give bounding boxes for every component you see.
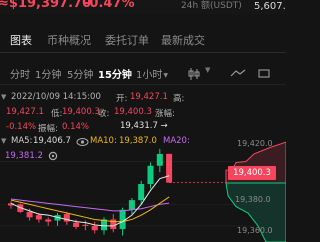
- tab-latest-trades[interactable]: 最新成交: [161, 32, 205, 48]
- ticker-price: ≈$19,397.70: [0, 0, 92, 11]
- interval-time[interactable]: 分时: [10, 66, 30, 81]
- ticker-change: -0.47%: [84, 0, 135, 11]
- ma10-line: [10, 196, 170, 223]
- candle-body: [156, 153, 163, 166]
- volume-value: 5,607.00万: [254, 1, 286, 12]
- ticker-bar: ≈$19,397.70 -0.47% 24h 额(USDT) 5,607.00万: [0, 0, 286, 14]
- candle-body: [35, 215, 42, 220]
- tab-chart[interactable]: 图表: [10, 32, 32, 48]
- candle-body: [45, 219, 52, 222]
- candle-body: [26, 211, 33, 218]
- ma20-line: [10, 198, 170, 212]
- candle-body: [82, 224, 89, 226]
- candle-body: [119, 209, 126, 230]
- candle-body: [73, 222, 80, 227]
- tab-bar: 图表 币种概况 委托订单 最新成交: [0, 24, 286, 53]
- interval-1h[interactable]: 1小时▼: [136, 66, 168, 81]
- candle-body: [138, 184, 145, 201]
- interval-15m[interactable]: 15分钟: [98, 66, 132, 81]
- interval-bar: 分时 1分钟 5分钟 15分钟 1小时▼ ▼: [0, 62, 286, 84]
- indicator-icon[interactable]: [230, 69, 246, 77]
- high-marker: 19,431.7 →: [120, 121, 168, 131]
- candle-body: [147, 165, 154, 185]
- interval-1m[interactable]: 1分钟: [35, 66, 61, 81]
- interval-5m[interactable]: 5分钟: [67, 66, 93, 81]
- tab-coin-overview[interactable]: 币种概况: [47, 32, 91, 48]
- candle-body: [128, 200, 135, 210]
- current-price-tag: 19,400.3: [228, 166, 276, 180]
- y-axis-label-3: 19,360.0: [237, 226, 273, 235]
- candle-type-icon[interactable]: [187, 68, 201, 80]
- candle-body: [91, 225, 98, 231]
- candle-body: [166, 153, 173, 183]
- settings-icon[interactable]: [258, 69, 270, 81]
- kline-chart[interactable]: [0, 85, 286, 242]
- candle-body: [63, 214, 70, 222]
- candle-dropdown-icon[interactable]: ▼: [205, 66, 210, 74]
- tab-orders[interactable]: 委托订单: [105, 32, 149, 48]
- y-axis-label-2: 19,380.0: [235, 195, 271, 204]
- volume-label: 24h 额(USDT): [181, 1, 242, 11]
- interval-1h-label: 1小时: [136, 70, 163, 81]
- dropdown-triangle-icon: ▼: [163, 71, 168, 79]
- app: ≈$19,397.70 -0.47% 24h 额(USDT) 5,607.00万…: [0, 0, 286, 242]
- y-axis-label-1: 19,420.0: [237, 139, 273, 148]
